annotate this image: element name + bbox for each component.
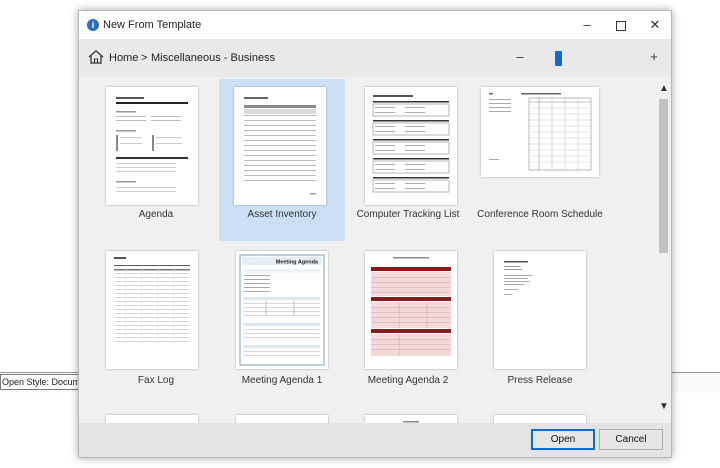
new-from-template-dialog: i New From Template – ✕ Home > Miscellan…	[78, 10, 672, 458]
template-tile-computer-tracking-list[interactable]: Computer Tracking List	[345, 79, 471, 241]
close-button[interactable]: ✕	[641, 15, 669, 35]
template-thumbnail	[106, 87, 198, 205]
template-tile-fax-log[interactable]: Fax Log	[93, 245, 219, 407]
navigation-bar: Home > Miscellaneous - Business – +	[79, 39, 671, 77]
template-thumbnail	[365, 87, 457, 205]
title-bar[interactable]: i New From Template – ✕	[79, 11, 671, 39]
template-label: Computer Tracking List	[356, 209, 460, 220]
template-thumbnail	[106, 251, 198, 369]
open-button[interactable]: Open	[531, 429, 595, 450]
maximize-button[interactable]	[607, 15, 635, 35]
breadcrumb-separator: >	[141, 52, 148, 64]
template-label: Conference Room Schedule	[477, 209, 603, 220]
template-tile-asset-inventory[interactable]: Asset Inventory	[219, 79, 345, 241]
meeting-agenda-thumb-title: Meeting Agenda	[276, 260, 319, 266]
cancel-button[interactable]: Cancel	[599, 429, 663, 450]
breadcrumb-current[interactable]: Miscellaneous - Business	[151, 52, 275, 64]
template-tile-agenda[interactable]: Agenda	[93, 79, 219, 241]
template-thumbnail-partial[interactable]	[106, 415, 198, 423]
breadcrumb-home[interactable]: Home	[109, 52, 138, 64]
zoom-in-button[interactable]: +	[647, 49, 661, 64]
maximize-icon	[616, 20, 626, 31]
template-tile-conference-room-schedule[interactable]: Conference Room Schedule	[477, 79, 603, 241]
template-thumbnail-partial[interactable]	[236, 415, 328, 423]
template-tile-meeting-agenda-1[interactable]: Meeting Agenda Meeting Agenda 1	[219, 245, 345, 407]
vertical-scrollbar[interactable]: ▲ ▼	[657, 77, 671, 423]
template-label: Meeting Agenda 2	[367, 375, 449, 386]
template-thumbnail	[494, 251, 586, 369]
template-label: Press Release	[507, 375, 573, 386]
zoom-out-button[interactable]: –	[513, 49, 527, 64]
template-thumbnail-partial[interactable]	[494, 415, 586, 423]
scroll-down-icon[interactable]: ▼	[659, 401, 669, 412]
template-tile-press-release[interactable]: Press Release	[477, 245, 603, 407]
template-gallery: Agenda Asset Inventory Computer Tracking…	[79, 77, 671, 423]
app-icon: i	[87, 19, 99, 31]
template-thumbnail	[365, 251, 457, 369]
minimize-button[interactable]: –	[573, 15, 601, 35]
template-thumbnail	[234, 87, 326, 205]
dialog-footer: Open Cancel	[79, 423, 671, 457]
scrollbar-thumb[interactable]	[659, 99, 668, 253]
window-title: New From Template	[103, 19, 202, 31]
zoom-slider-thumb[interactable]	[555, 51, 562, 66]
open-style-field[interactable]: Open Style: Docume	[0, 374, 81, 390]
scroll-up-icon[interactable]: ▲	[659, 83, 669, 94]
template-thumbnail-partial[interactable]	[365, 415, 457, 423]
template-thumbnail	[481, 87, 599, 177]
template-thumbnail: Meeting Agenda	[236, 251, 328, 369]
template-tile-meeting-agenda-2[interactable]: Meeting Agenda 2	[345, 245, 471, 407]
home-icon[interactable]	[88, 50, 104, 64]
